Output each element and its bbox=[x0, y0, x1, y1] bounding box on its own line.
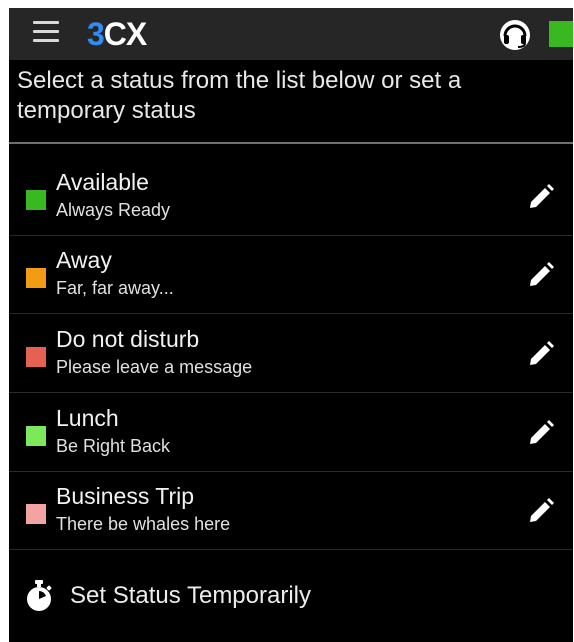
status-row-lunch[interactable]: Lunch Be Right Back bbox=[9, 394, 573, 472]
set-status-temporarily-button[interactable]: Set Status Temporarily bbox=[9, 565, 573, 625]
current-status-indicator[interactable] bbox=[549, 21, 573, 47]
status-description: Be Right Back bbox=[56, 436, 171, 456]
divider bbox=[9, 142, 573, 144]
row-divider bbox=[9, 313, 573, 314]
pencil-edit-icon[interactable] bbox=[527, 497, 555, 525]
pencil-edit-icon[interactable] bbox=[527, 261, 555, 289]
status-row-business-trip[interactable]: Business Trip There be whales here bbox=[9, 472, 573, 550]
status-name: Lunch bbox=[56, 405, 119, 431]
pencil-edit-icon[interactable] bbox=[527, 183, 555, 211]
pencil-edit-icon[interactable] bbox=[527, 340, 555, 368]
stopwatch-icon bbox=[27, 580, 52, 611]
row-divider bbox=[9, 549, 573, 550]
status-description: There be whales here bbox=[56, 514, 231, 534]
status-color-swatch bbox=[26, 268, 46, 288]
app-frame: 3CX Select a status from the list below … bbox=[9, 8, 573, 642]
status-row-away[interactable]: Away Far, far away... bbox=[9, 236, 573, 314]
status-name: Business Trip bbox=[56, 483, 195, 509]
status-row-do-not-disturb[interactable]: Do not disturb Please leave a message bbox=[9, 315, 573, 393]
status-row-available[interactable]: Available Always Ready bbox=[9, 158, 573, 236]
status-color-swatch bbox=[26, 190, 46, 210]
pencil-edit-icon[interactable] bbox=[527, 419, 555, 447]
status-description: Far, far away... bbox=[56, 278, 174, 298]
status-color-swatch bbox=[26, 347, 46, 367]
status-name: Available bbox=[56, 169, 149, 195]
app-logo: 3CX bbox=[87, 16, 147, 52]
status-description: Always Ready bbox=[56, 200, 171, 220]
row-divider bbox=[9, 392, 573, 393]
status-description: Please leave a message bbox=[56, 357, 253, 377]
status-color-swatch bbox=[26, 504, 46, 524]
status-name: Away bbox=[56, 247, 112, 273]
status-color-swatch bbox=[26, 426, 46, 446]
status-name: Do not disturb bbox=[56, 326, 200, 352]
headset-icon[interactable] bbox=[498, 18, 532, 52]
status-instructions: Select a status from the list below or s… bbox=[17, 67, 462, 124]
hamburger-menu-icon[interactable] bbox=[33, 21, 59, 43]
top-bar: 3CX bbox=[9, 8, 573, 60]
set-status-temporarily-label: Set Status Temporarily bbox=[70, 582, 311, 609]
